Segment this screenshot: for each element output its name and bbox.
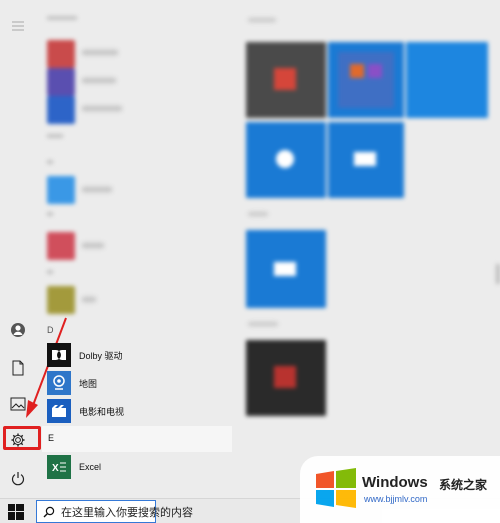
tile[interactable]: [246, 122, 326, 198]
movies-tv-icon: [47, 399, 71, 423]
app-tile[interactable]: [47, 286, 75, 314]
app-label: Dolby 驱动: [79, 350, 123, 361]
app-label: 电影和电视: [79, 406, 125, 417]
app-item-dolby[interactable]: Dolby 驱动: [47, 341, 123, 369]
watermark-brand: Windows: [362, 474, 428, 491]
power-icon[interactable]: [4, 465, 32, 493]
app-list: D Dolby 驱动 地图 电影和电视: [42, 0, 232, 498]
watermark-url: www.bjjmlv.com: [364, 494, 428, 504]
app-label: Excel: [79, 462, 102, 472]
app-tile[interactable]: [47, 232, 75, 260]
tile[interactable]: [246, 42, 326, 118]
tiles-area: [240, 0, 500, 498]
menu-icon[interactable]: [4, 12, 32, 40]
taskbar-search-box[interactable]: 在这里输入你要搜索的内容: [36, 500, 193, 523]
svg-text:X: X: [52, 463, 59, 474]
app-item-movies-tv[interactable]: 电影和电视: [47, 397, 124, 425]
app-tile[interactable]: [47, 96, 75, 124]
pictures-icon[interactable]: [4, 390, 32, 418]
tile[interactable]: [328, 122, 404, 198]
app-item-maps[interactable]: 地图: [47, 369, 97, 397]
watermark: Windows 系统之家 www.bjjmlv.com: [300, 456, 500, 523]
windows-logo-icon: [314, 468, 358, 508]
start-menu: D Dolby 驱动 地图 电影和电视 E X Excel 在这里输入你要搜索的…: [0, 0, 500, 523]
app-item-excel[interactable]: X Excel: [47, 453, 101, 481]
section-letter-e: E: [48, 433, 55, 443]
dolby-icon: [47, 343, 71, 367]
search-icon: [43, 506, 55, 518]
tile[interactable]: [246, 340, 326, 416]
app-tile[interactable]: [47, 176, 75, 204]
windows-start-icon[interactable]: [8, 504, 24, 520]
maps-icon: [47, 371, 71, 395]
tile[interactable]: [328, 42, 404, 118]
search-placeholder: 在这里输入你要搜索的内容: [61, 506, 193, 519]
tile[interactable]: [406, 42, 488, 118]
excel-icon: X: [47, 455, 71, 479]
app-tile[interactable]: [47, 40, 75, 68]
app-label: 地图: [79, 378, 98, 389]
app-tile[interactable]: [47, 68, 75, 96]
tile[interactable]: [246, 230, 326, 308]
user-avatar-icon[interactable]: [4, 316, 32, 344]
section-e-row: E: [42, 426, 232, 452]
documents-icon[interactable]: [4, 354, 32, 382]
settings-highlight-box: [3, 426, 41, 450]
watermark-cn: 系统之家: [439, 478, 488, 492]
section-letter-d: D: [47, 325, 54, 335]
